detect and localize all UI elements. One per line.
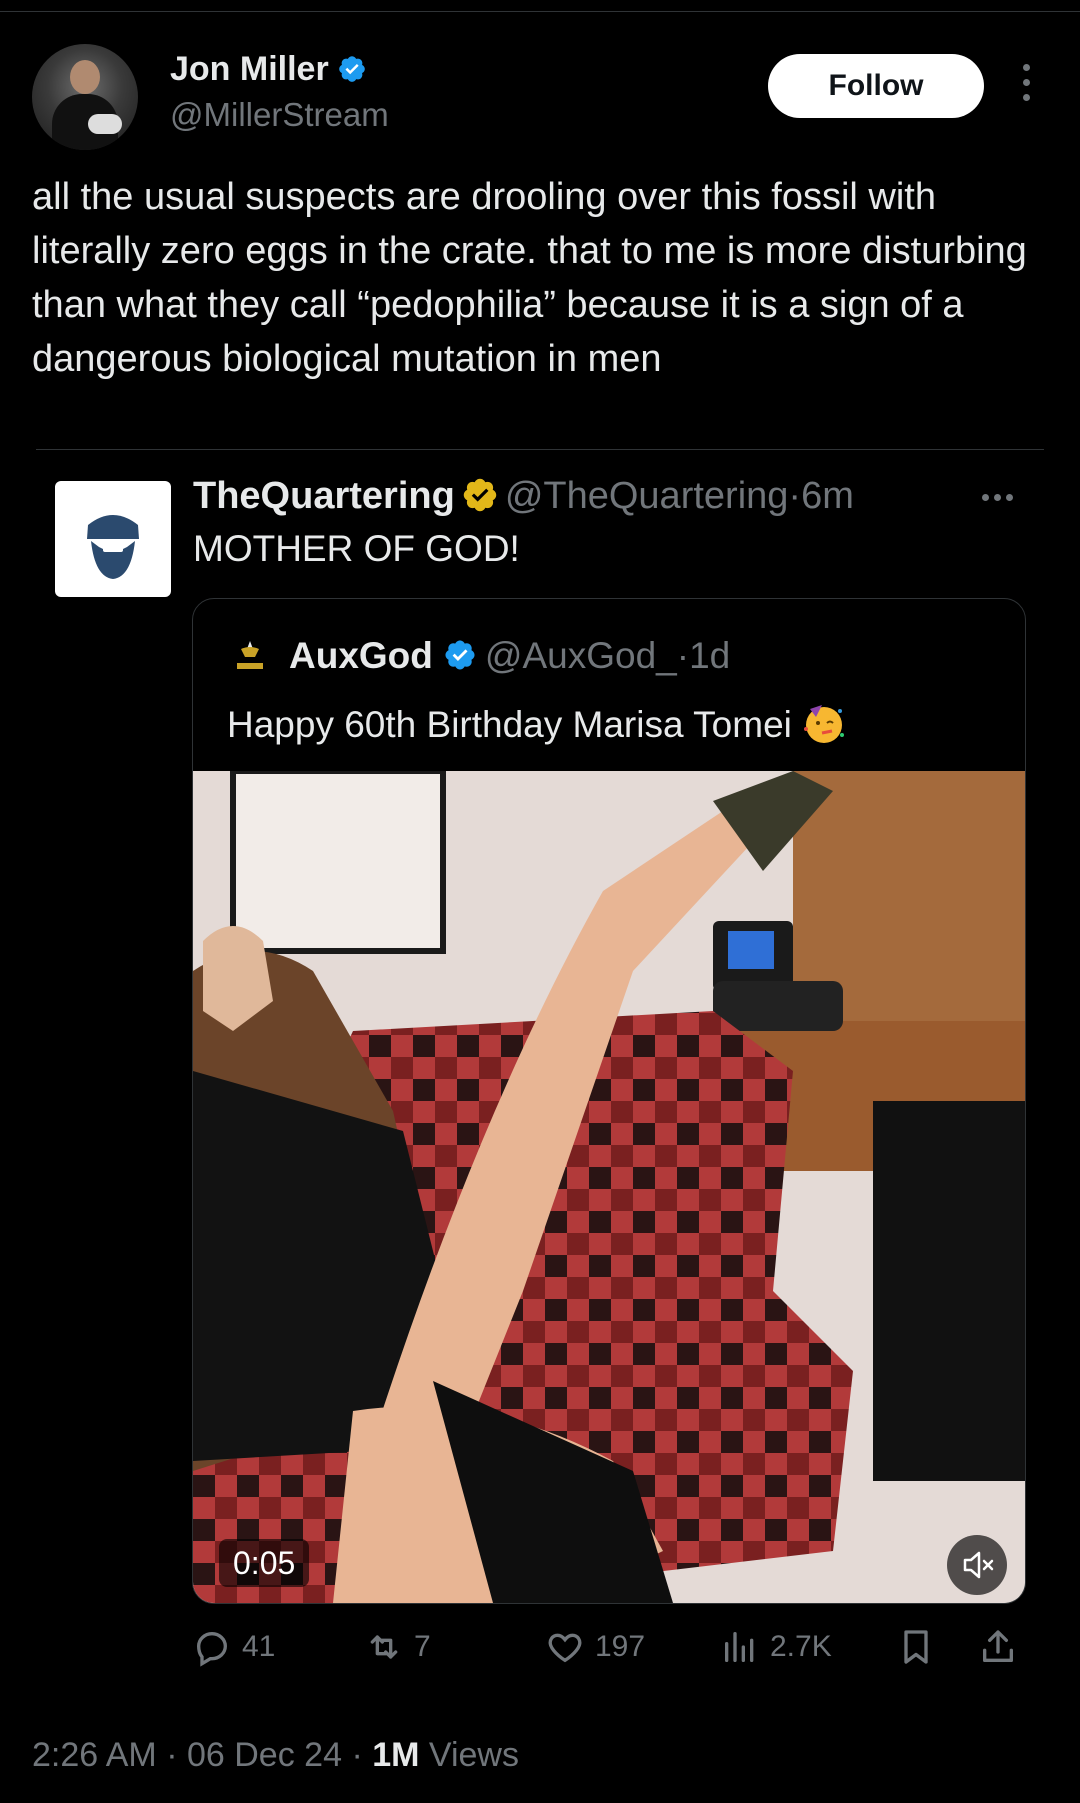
video-player[interactable]: 0:05 xyxy=(193,771,1025,1603)
top-divider xyxy=(0,11,1080,12)
quoted-more-icon[interactable] xyxy=(982,494,1022,504)
nested-time[interactable]: 1d xyxy=(689,635,730,676)
post-date[interactable]: 06 Dec 24 xyxy=(187,1736,342,1774)
quoted-header[interactable]: TheQuartering @TheQuartering·6m xyxy=(193,475,854,518)
nested-text: Happy 60th Birthday Marisa Tomei xyxy=(227,699,848,747)
quoted-avatar[interactable] xyxy=(55,481,171,597)
verified-badge-icon xyxy=(338,56,365,82)
heart-icon xyxy=(548,1633,582,1663)
analytics-icon xyxy=(725,1632,754,1662)
bookmark-button[interactable] xyxy=(896,1622,946,1672)
quoted-handle[interactable]: @TheQuartering xyxy=(505,475,789,517)
follow-button[interactable]: Follow xyxy=(768,54,984,118)
nested-handle[interactable]: @AuxGod_ xyxy=(485,635,677,676)
party-face-emoji-icon xyxy=(803,705,844,743)
share-button[interactable] xyxy=(978,1622,1028,1672)
meta-separator: · xyxy=(166,1736,178,1774)
author-name[interactable]: Jon Miller xyxy=(170,50,329,88)
author-avatar[interactable] xyxy=(32,44,138,150)
avatar-head xyxy=(70,60,100,94)
action-bar: 41 7 197 2.7K xyxy=(0,1622,1080,1672)
share-icon xyxy=(983,1630,1013,1662)
tweet-meta: 2:26 AM · 06 Dec 24 · 1M Views xyxy=(32,1736,519,1775)
nested-verified-badge-icon xyxy=(445,640,475,670)
views-count: 2.7K xyxy=(770,1630,832,1663)
nested-header[interactable]: AuxGod @AuxGod_·1d xyxy=(289,635,730,677)
post-time[interactable]: 2:26 AM xyxy=(32,1736,157,1774)
video-frame xyxy=(193,771,1025,1603)
nested-quote-card[interactable]: AuxGod @AuxGod_·1d Happy 60th Birthday Ma… xyxy=(192,598,1026,1604)
reply-count: 41 xyxy=(242,1630,276,1663)
nested-text-content: Happy 60th Birthday Marisa Tomei xyxy=(227,704,792,745)
quoted-time[interactable]: 6m xyxy=(801,475,854,517)
more-options-icon[interactable] xyxy=(1016,64,1036,108)
nested-name[interactable]: AuxGod xyxy=(289,635,433,676)
tweet-divider xyxy=(36,449,1044,450)
quoted-text: MOTHER OF GOD! xyxy=(193,528,520,569)
like-count: 197 xyxy=(595,1630,646,1663)
quoted-name[interactable]: TheQuartering xyxy=(193,475,455,517)
auxgod-logo-icon xyxy=(237,641,263,669)
views-label: Views xyxy=(428,1736,519,1774)
tweet-text: all the usual suspects are drooling over… xyxy=(32,176,1027,380)
author-handle[interactable]: @MillerStream xyxy=(170,96,389,134)
like-button[interactable]: 197 xyxy=(545,1622,645,1672)
meta-separator: · xyxy=(351,1736,363,1774)
nested-separator: · xyxy=(676,635,690,676)
mute-icon[interactable] xyxy=(947,1535,1007,1595)
repost-count: 7 xyxy=(414,1630,431,1663)
bearded-man-logo-icon xyxy=(87,515,139,579)
avatar-knee xyxy=(88,114,122,134)
author-name-row[interactable]: Jon Miller xyxy=(170,50,367,89)
repost-icon xyxy=(370,1635,398,1659)
reply-button[interactable]: 41 xyxy=(192,1622,275,1672)
bookmark-icon xyxy=(904,1630,928,1664)
video-timestamp: 0:05 xyxy=(219,1539,310,1587)
views-button[interactable]: 2.7K xyxy=(720,1622,832,1672)
quoted-separator: · xyxy=(788,475,802,517)
repost-button[interactable]: 7 xyxy=(364,1622,431,1672)
reply-icon xyxy=(196,1631,228,1667)
views-total: 1M xyxy=(372,1736,420,1774)
gold-verified-badge-icon xyxy=(463,478,497,512)
